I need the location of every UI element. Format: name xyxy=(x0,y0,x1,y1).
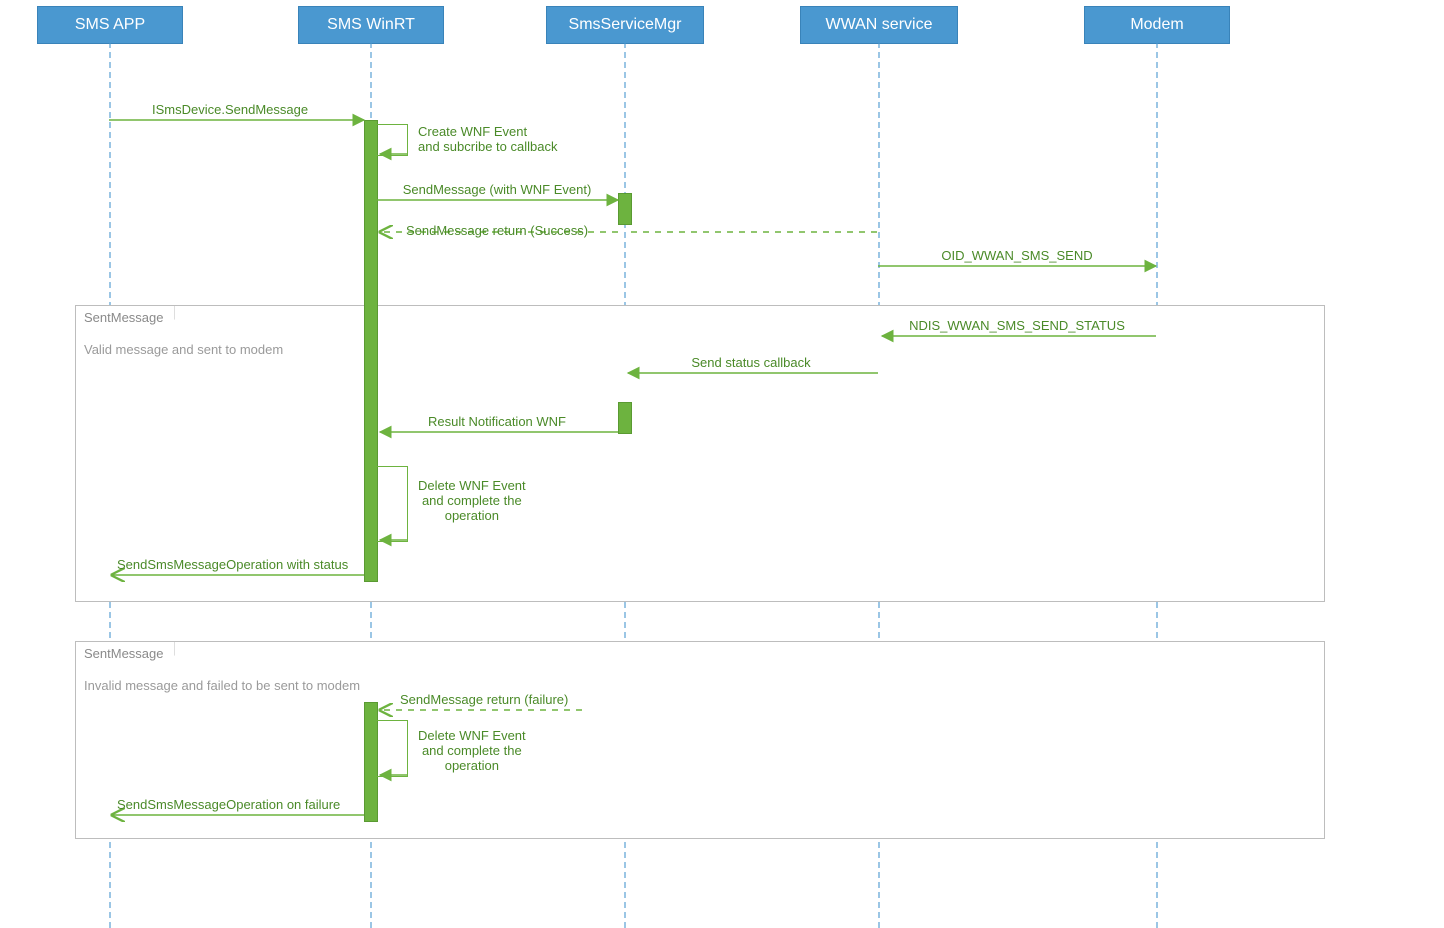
msg-ndis: NDIS_WWAN_SMS_SEND_STATUS xyxy=(909,318,1125,333)
actor-smsservicemgr: SmsServiceMgr xyxy=(546,6,704,44)
msg-result-wnf: Result Notification WNF xyxy=(428,414,566,429)
msg-delete-wnf-2: Delete WNF Event and complete the operat… xyxy=(418,728,526,773)
msg-op-failure: SendSmsMessageOperation on failure xyxy=(117,797,340,812)
fragment-note: Invalid message and failed to be sent to… xyxy=(84,678,360,693)
msg-status-callback: Send status callback xyxy=(691,355,810,370)
fragment-label: SentMessage xyxy=(75,641,175,665)
msg-create-wnf: Create WNF Event and subcribe to callbac… xyxy=(418,124,557,154)
actor-sms-winrt: SMS WinRT xyxy=(298,6,444,44)
msg-send-message: ISmsDevice.SendMessage xyxy=(152,102,308,117)
actor-modem: Modem xyxy=(1084,6,1230,44)
activation-winrt-main xyxy=(364,120,378,582)
selfmsg-delete-wnf1 xyxy=(377,466,408,542)
actor-sms-app: SMS APP xyxy=(37,6,183,44)
fragment-label: SentMessage xyxy=(75,305,175,329)
selfmsg-create-wnf xyxy=(377,124,408,156)
msg-sendmsg-wnf: SendMessage (with WNF Event) xyxy=(403,182,592,197)
activation-winrt-fail xyxy=(364,702,378,822)
activation-svc-1 xyxy=(618,193,632,225)
msg-sendmsg-failure: SendMessage return (failure) xyxy=(400,692,568,707)
msg-oid: OID_WWAN_SMS_SEND xyxy=(941,248,1092,263)
fragment-note: Valid message and sent to modem xyxy=(84,342,283,357)
activation-svc-2 xyxy=(618,402,632,434)
msg-op-status: SendSmsMessageOperation with status xyxy=(117,557,348,572)
actor-wwan-service: WWAN service xyxy=(800,6,958,44)
selfmsg-delete-wnf2 xyxy=(377,720,408,777)
sequence-diagram: SMS APP SMS WinRT SmsServiceMgr WWAN ser… xyxy=(0,0,1444,928)
msg-delete-wnf-1: Delete WNF Event and complete the operat… xyxy=(418,478,526,523)
msg-sendmsg-success: SendMessage return (Success) xyxy=(406,223,588,238)
